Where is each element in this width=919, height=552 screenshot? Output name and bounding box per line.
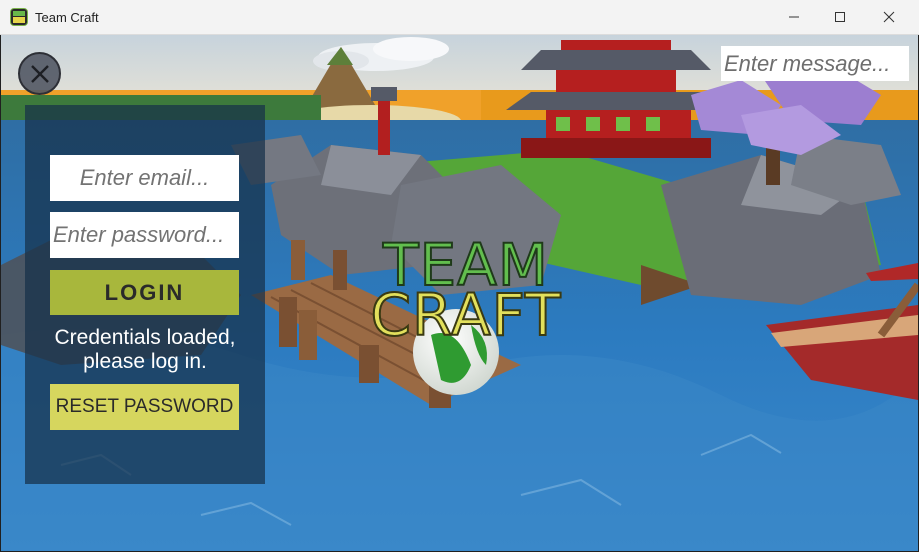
login-status-text: Credentials loaded, please log in. xyxy=(54,326,236,373)
window-titlebar[interactable]: Team Craft xyxy=(0,0,919,35)
login-button[interactable]: LOGIN xyxy=(50,270,239,315)
maximize-icon xyxy=(835,12,845,22)
close-icon xyxy=(883,11,895,23)
game-viewport[interactable]: LOGIN Credentials loaded, please log in.… xyxy=(1,35,918,551)
reset-password-button[interactable]: RESET PASSWORD xyxy=(50,384,239,430)
password-field[interactable] xyxy=(50,212,239,258)
game-logo: TEAM CRAFT xyxy=(331,234,601,355)
minimize-icon xyxy=(789,16,799,18)
maximize-button[interactable] xyxy=(817,0,863,34)
menu-close-button[interactable] xyxy=(18,52,61,95)
email-field[interactable] xyxy=(50,155,239,201)
minimize-button[interactable] xyxy=(771,0,817,34)
chat-message-input[interactable] xyxy=(721,46,909,81)
team-craft-app-icon xyxy=(10,8,28,26)
window-title: Team Craft xyxy=(35,10,99,25)
window-close-button[interactable] xyxy=(866,0,912,34)
logo-craft-text: CRAFT xyxy=(370,281,562,349)
x-circle-icon xyxy=(30,64,49,83)
